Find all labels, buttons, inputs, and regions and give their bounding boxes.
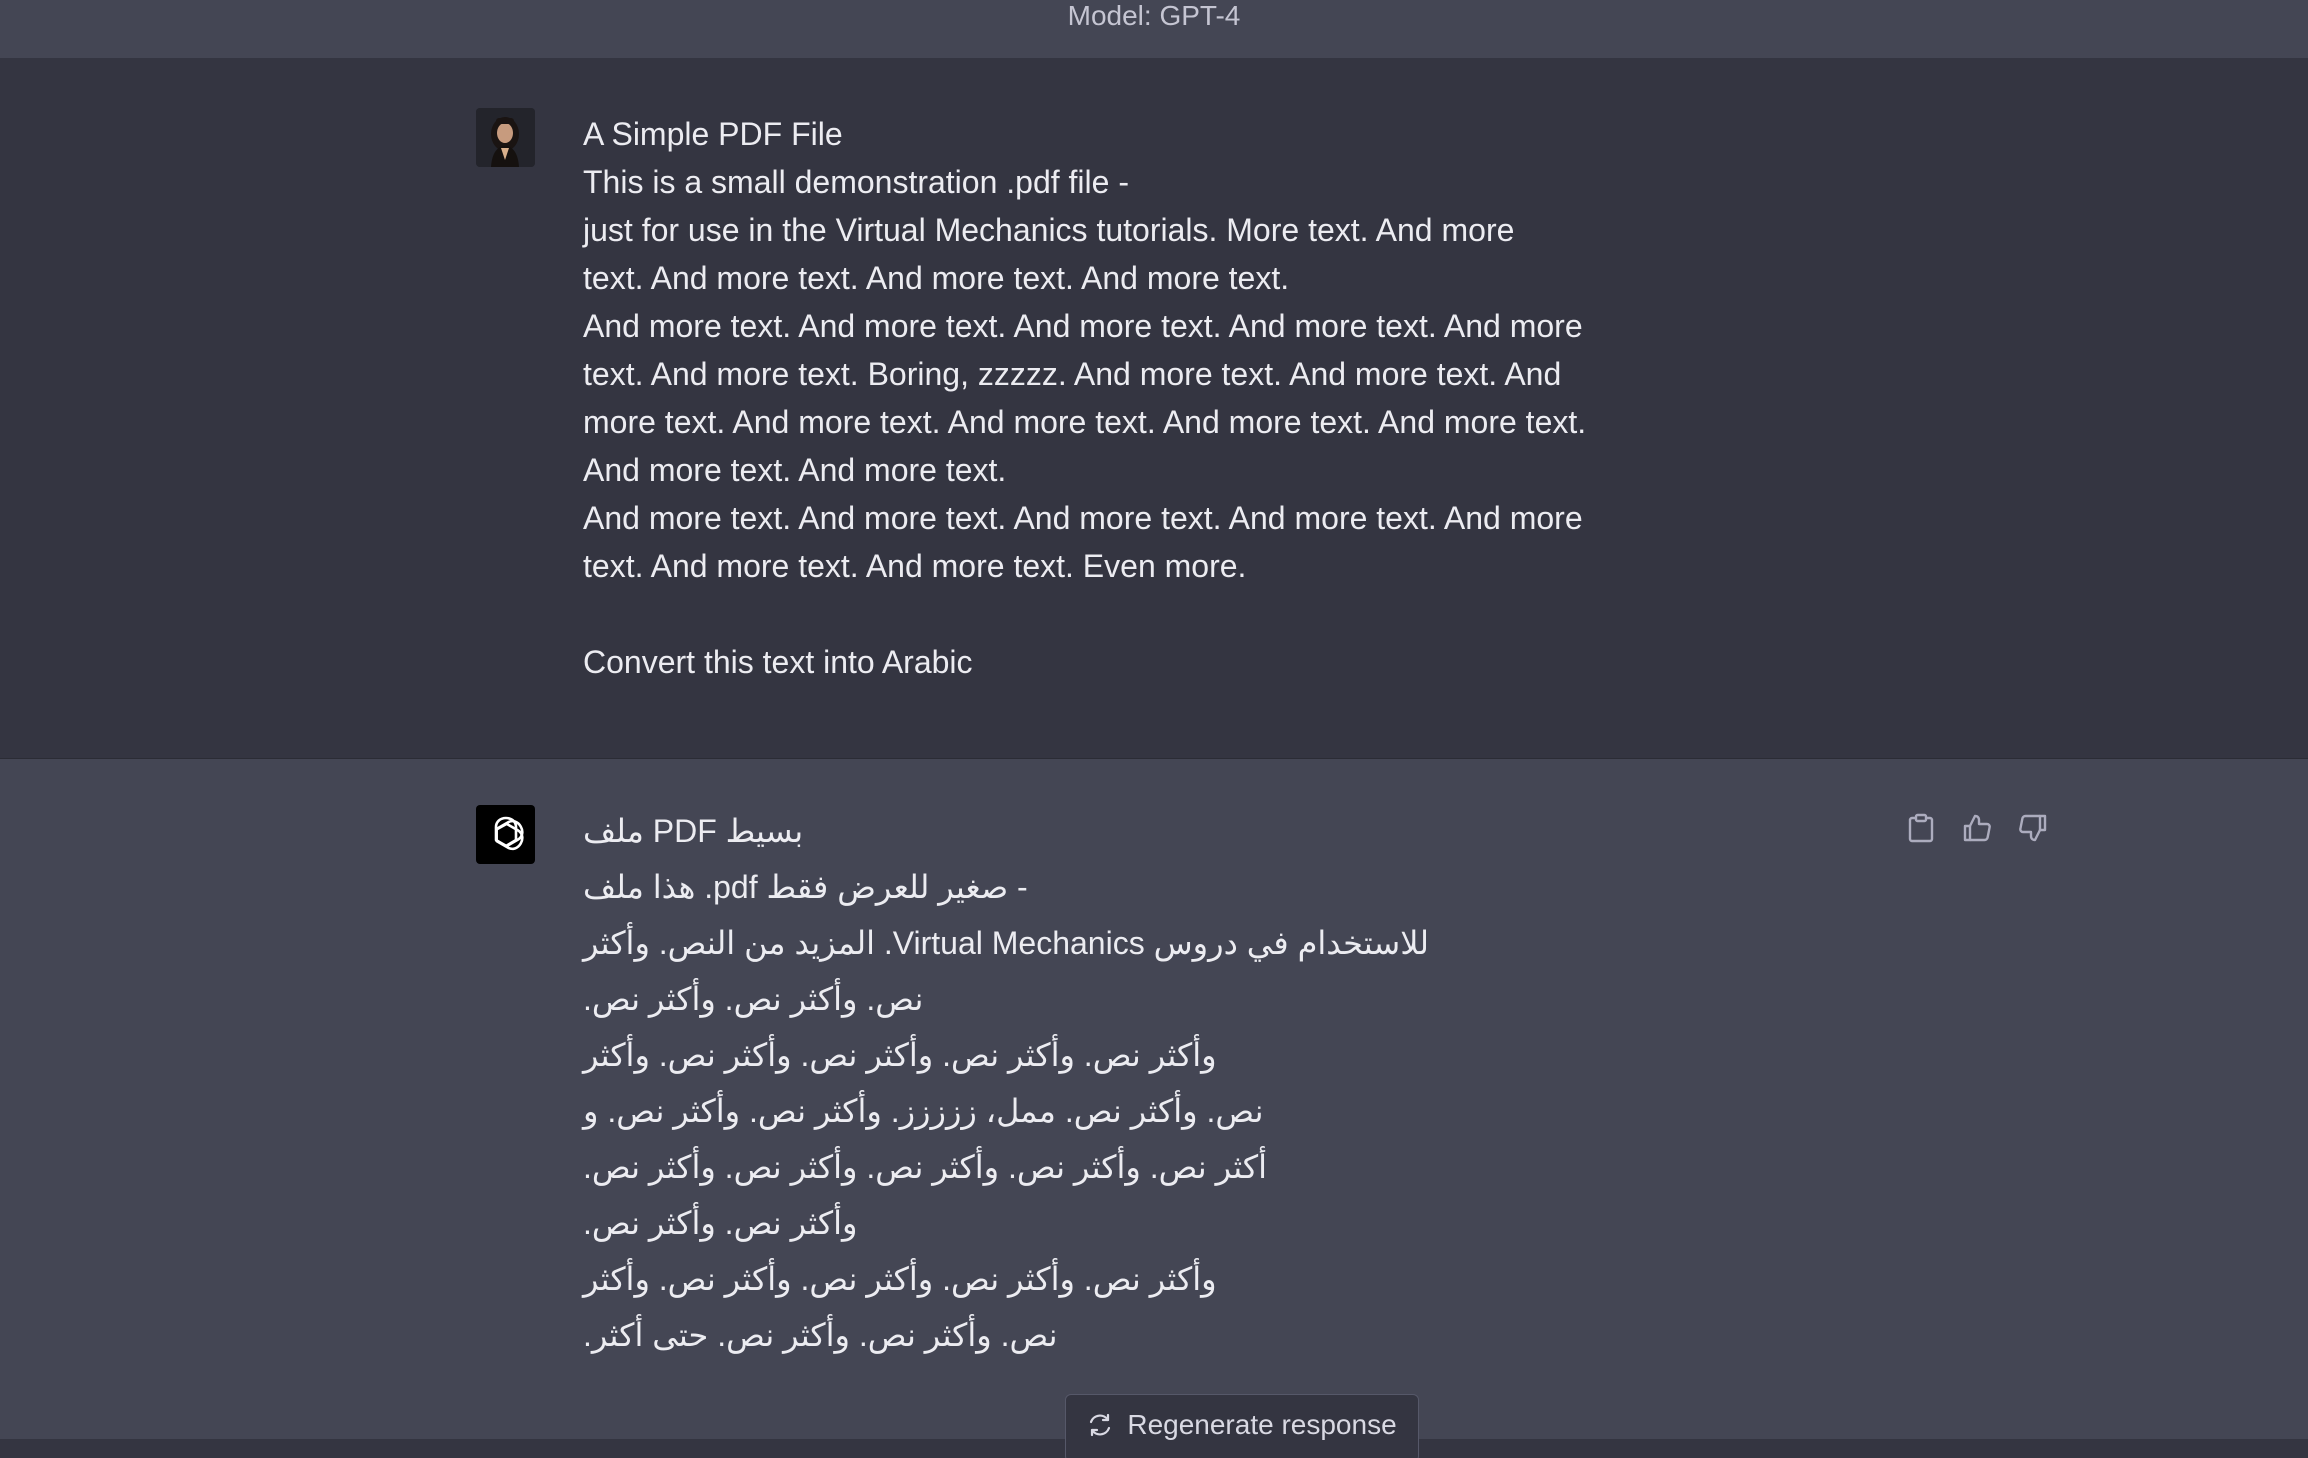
user-message-line: text. And more text. Boring, zzzzz. And … xyxy=(583,356,1562,392)
assistant-message-text: بسيط PDF ملف - صغير للعرض فقط pdf. هذا م… xyxy=(583,803,1613,1363)
user-message-line: A Simple PDF File xyxy=(583,116,843,152)
user-avatar-photo xyxy=(476,108,535,167)
user-message-line: And more text. And more text. And more t… xyxy=(583,500,1583,536)
copy-button[interactable] xyxy=(1906,813,1936,843)
clipboard-icon xyxy=(1908,813,1934,843)
user-message-line: more text. And more text. And more text.… xyxy=(583,404,1587,440)
regenerate-response-button[interactable]: Regenerate response xyxy=(1065,1394,1419,1458)
assistant-message-line: نص. وأكثر نص. وأكثر نص. حتى أكثر. xyxy=(583,1317,1058,1353)
assistant-message-line: للاستخدام في دروس Virtual Mechanics. الم… xyxy=(583,925,1430,961)
thumbs-up-icon xyxy=(1963,814,1991,842)
thumbs-down-button[interactable] xyxy=(2018,813,2048,843)
model-label: Model: GPT-4 xyxy=(1067,0,1241,31)
user-message-line: And more text. And more text. xyxy=(583,452,1007,488)
user-message-line: just for use in the Virtual Mechanics tu… xyxy=(583,212,1515,248)
assistant-message-line: وأكثر نص. وأكثر نص. وأكثر نص. وأكثر نص. … xyxy=(583,1037,1217,1073)
user-message-row: A Simple PDF File This is a small demons… xyxy=(0,58,2308,759)
thumbs-down-icon xyxy=(2019,814,2047,842)
assistant-message-line: - صغير للعرض فقط pdf. هذا ملف xyxy=(583,869,1028,905)
user-prompt-line: Convert this text into Arabic xyxy=(583,644,973,680)
user-message-line: text. And more text. And more text. Even… xyxy=(583,548,1247,584)
message-actions xyxy=(1906,813,2048,843)
user-message-line: This is a small demonstration .pdf file … xyxy=(583,164,1129,200)
user-message-text: A Simple PDF File This is a small demons… xyxy=(583,110,1613,686)
user-message-line: And more text. And more text. And more t… xyxy=(583,308,1583,344)
assistant-message-line: نص. وأكثر نص. وأكثر نص. xyxy=(583,981,924,1017)
assistant-message-row: بسيط PDF ملف - صغير للعرض فقط pdf. هذا م… xyxy=(0,759,2308,1439)
regenerate-label: Regenerate response xyxy=(1127,1409,1397,1440)
assistant-avatar xyxy=(476,805,535,864)
model-header: Model: GPT-4 xyxy=(0,0,2308,59)
assistant-message-line: بسيط PDF ملف xyxy=(583,813,804,849)
assistant-message-line: وأكثر نص. وأكثر نص. وأكثر نص. وأكثر نص. … xyxy=(583,1261,1217,1297)
openai-logo-icon xyxy=(494,816,524,850)
user-message-line: text. And more text. And more text. And … xyxy=(583,260,1290,296)
assistant-message-line: أكثر نص. وأكثر نص. وأكثر نص. وأكثر نص. و… xyxy=(583,1149,1268,1185)
chat-page: Model: GPT-4 A Simple PDF File This is a… xyxy=(0,0,2308,1458)
assistant-message-line: نص. وأكثر نص. ممل، ززززز. وأكثر نص. وأكث… xyxy=(583,1093,1264,1129)
thumbs-up-button[interactable] xyxy=(1962,813,1992,843)
assistant-message-line: وأكثر نص. وأكثر نص. xyxy=(583,1205,858,1241)
refresh-icon xyxy=(1090,1413,1111,1437)
user-avatar xyxy=(476,108,535,167)
